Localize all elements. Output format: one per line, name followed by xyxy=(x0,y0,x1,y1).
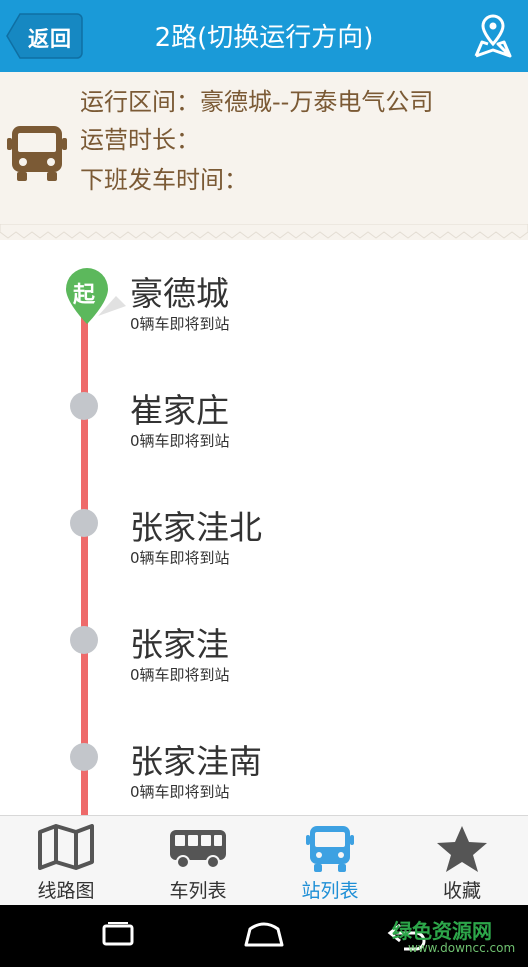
recent-apps-icon[interactable] xyxy=(98,917,138,953)
last-bus-time: 下班发车时间： xyxy=(80,166,248,194)
stop-dot xyxy=(70,392,98,420)
tab-favorites[interactable]: 收藏 xyxy=(396,816,528,906)
stop-dot xyxy=(70,626,98,654)
bus-icon xyxy=(6,122,68,188)
stop-arrival-status: 0辆车即将到站 xyxy=(130,432,230,450)
stop-list[interactable]: 起 豪德城 0辆车即将到站 崔家庄 0辆车即将到站 张家洼北 0辆车即将到站 张… xyxy=(0,240,528,815)
stop-item[interactable]: 张家洼 0辆车即将到站 xyxy=(0,591,528,701)
tab-stop-list[interactable]: 站列表 xyxy=(264,816,396,906)
stop-name: 豪德城 xyxy=(130,274,229,313)
map-icon xyxy=(38,824,94,870)
route-duration: 运营时长： xyxy=(80,126,200,154)
home-icon[interactable] xyxy=(242,917,286,953)
watermark-brand: 绿色资源网 xyxy=(392,919,492,943)
start-badge: 起 xyxy=(73,283,96,308)
top-bar: 返回 2路(切换运行方向) xyxy=(0,0,528,72)
route-range: 运行区间：豪德城--万泰电气公司 xyxy=(80,88,434,116)
tab-label: 站列表 xyxy=(301,880,359,902)
map-location-icon[interactable] xyxy=(470,12,516,60)
stop-name: 张家洼南 xyxy=(130,742,262,781)
back-button[interactable]: 返回 xyxy=(6,12,83,60)
bus-front-icon xyxy=(306,826,354,872)
page-title[interactable]: 2路(切换运行方向) xyxy=(100,17,428,54)
tab-route-map[interactable]: 线路图 xyxy=(0,816,132,906)
bus-side-icon xyxy=(170,830,226,869)
stop-name: 张家洼 xyxy=(130,625,229,664)
stop-item[interactable]: 起 豪德城 0辆车即将到站 xyxy=(0,240,528,350)
star-icon xyxy=(437,826,487,872)
stop-arrival-status: 0辆车即将到站 xyxy=(130,549,230,567)
tab-label: 车列表 xyxy=(169,880,227,902)
stop-item[interactable]: 张家洼南 0辆车即将到站 xyxy=(0,708,528,815)
system-nav-bar: 绿色资源网 www.downcc.com xyxy=(0,905,528,967)
bottom-tab-bar: 线路图 车列表 站列表 收藏 xyxy=(0,815,528,905)
watermark-url: www.downcc.com xyxy=(408,941,516,955)
stop-dot xyxy=(70,509,98,537)
stop-item[interactable]: 崔家庄 0辆车即将到站 xyxy=(0,357,528,467)
tab-label: 收藏 xyxy=(442,880,481,902)
back-label: 返回 xyxy=(28,27,72,51)
stop-name: 崔家庄 xyxy=(130,391,229,430)
stop-dot xyxy=(70,743,98,771)
stop-arrival-status: 0辆车即将到站 xyxy=(130,666,230,684)
stop-name: 张家洼北 xyxy=(130,508,262,547)
stop-arrival-status: 0辆车即将到站 xyxy=(130,783,230,801)
tab-label: 线路图 xyxy=(37,880,95,902)
tab-bus-list[interactable]: 车列表 xyxy=(132,816,264,906)
stop-arrival-status: 0辆车即将到站 xyxy=(130,315,230,333)
stop-item[interactable]: 张家洼北 0辆车即将到站 xyxy=(0,474,528,584)
